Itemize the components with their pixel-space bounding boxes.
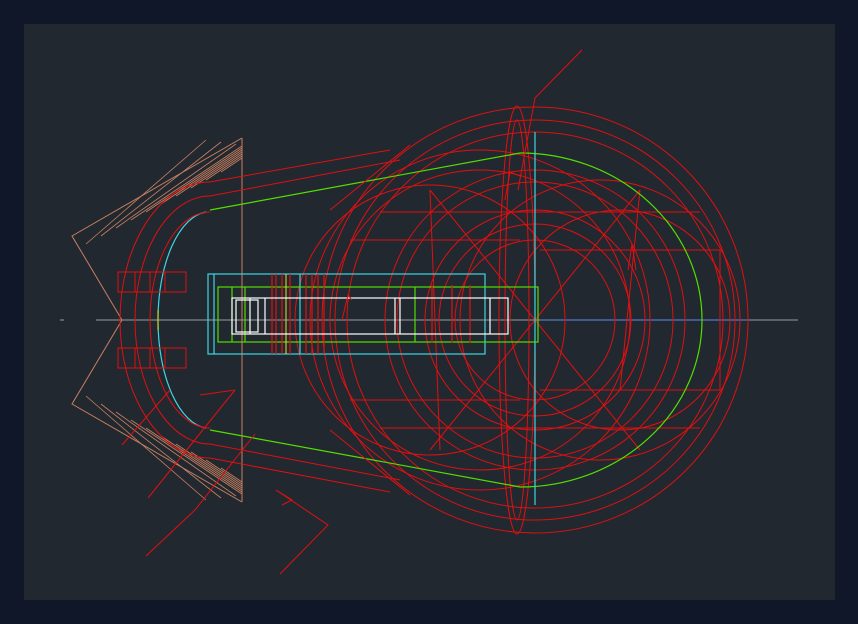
hatch-line xyxy=(160,149,243,205)
shaft-white xyxy=(231,297,509,335)
hatch-line xyxy=(175,151,243,197)
cad-drawing-viewport[interactable] xyxy=(24,24,835,600)
cad-window-frame xyxy=(0,0,858,624)
hatch-line xyxy=(115,143,237,229)
cyan-guides xyxy=(157,132,536,505)
cad-drawing-canvas[interactable] xyxy=(24,24,835,600)
hatch-line xyxy=(160,435,243,491)
hatch-line xyxy=(100,141,222,237)
hatch-line xyxy=(115,411,237,497)
hatch-line xyxy=(100,403,222,499)
hatch-line xyxy=(85,139,207,245)
leader-lines xyxy=(121,49,637,575)
